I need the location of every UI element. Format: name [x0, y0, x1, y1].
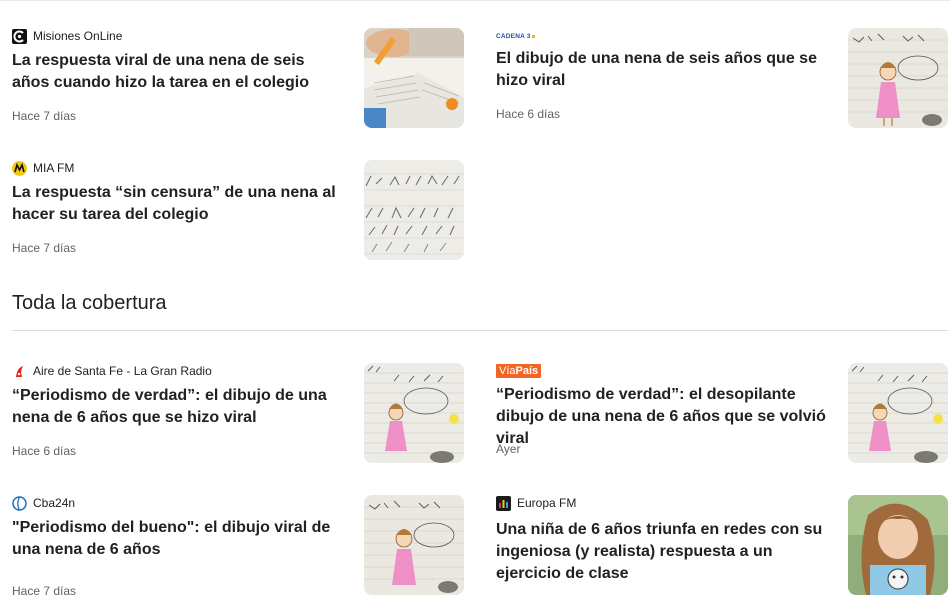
article-title[interactable]: "Periodismo del bueno": el dibujo viral …: [12, 517, 342, 561]
article-source[interactable]: Europa FM: [496, 495, 576, 511]
article-card[interactable]: CADENA 3 El dibujo de una nena de seis a…: [496, 28, 948, 128]
article-title[interactable]: “Periodismo de verdad”: el dibujo de una…: [12, 385, 342, 429]
article-thumbnail[interactable]: [848, 495, 948, 595]
article-thumbnail[interactable]: [364, 28, 464, 128]
source-name: Europa FM: [517, 496, 577, 510]
aire-santa-fe-logo-icon: [12, 364, 27, 379]
source-name: MIA FM: [33, 161, 75, 175]
cadena3-mark: [531, 34, 535, 38]
article-title[interactable]: La respuesta viral de una nena de seis a…: [12, 50, 342, 94]
article-title[interactable]: La respuesta “sin censura” de una nena a…: [12, 182, 342, 226]
europa-fm-logo-icon: [496, 495, 511, 511]
article-thumbnail[interactable]: [848, 28, 948, 128]
section-divider: [12, 330, 948, 331]
article-card[interactable]: MIA FM La respuesta “sin censura” de una…: [12, 160, 464, 260]
article-source[interactable]: MIA FM: [12, 160, 74, 176]
section-title: Toda la cobertura: [12, 292, 167, 314]
article-card[interactable]: Aire de Santa Fe - La Gran Radio “Period…: [12, 363, 464, 463]
article-thumbnail[interactable]: [364, 160, 464, 260]
article-source[interactable]: Aire de Santa Fe - La Gran Radio: [12, 363, 212, 379]
article-thumbnail[interactable]: [364, 363, 464, 463]
article-source[interactable]: Misiones OnLine: [12, 28, 122, 44]
article-card[interactable]: Misiones OnLine La respuesta viral de un…: [12, 28, 464, 128]
article-card[interactable]: Vía País “Periodismo de verdad”: el desop…: [496, 363, 948, 463]
mia-fm-logo-icon: [12, 160, 27, 176]
article-source[interactable]: Cba24n: [12, 495, 75, 511]
article-title[interactable]: Una niña de 6 años triunfa en redes con …: [496, 519, 826, 585]
article-title[interactable]: El dibujo de una nena de seis años que s…: [496, 48, 826, 92]
misiones-online-logo-icon: [12, 28, 27, 44]
article-time: Hace 6 días: [12, 444, 77, 458]
article-time: Ayer: [496, 442, 521, 456]
article-source[interactable]: Vía País: [496, 363, 542, 379]
article-time: Hace 7 días: [12, 241, 77, 255]
article-time: Hace 7 días: [12, 584, 77, 598]
article-thumbnail[interactable]: [848, 363, 948, 463]
article-card[interactable]: Europa FM Una niña de 6 años triunfa en …: [496, 495, 948, 595]
cadena3-logo-icon: CADENA 3: [496, 29, 535, 43]
article-thumbnail[interactable]: [364, 495, 464, 595]
article-source[interactable]: CADENA 3: [496, 28, 535, 44]
top-border: [0, 0, 950, 1]
article-time: Hace 6 días: [496, 107, 561, 121]
article-title[interactable]: “Periodismo de verdad”: el desopilante d…: [496, 384, 826, 450]
article-time: Hace 7 días: [12, 109, 77, 123]
article-card[interactable]: Cba24n "Periodismo del bueno": el dibujo…: [12, 495, 464, 598]
source-name: Aire de Santa Fe - La Gran Radio: [33, 364, 212, 378]
cba24n-logo-icon: [12, 495, 27, 511]
source-name: Cba24n: [33, 496, 76, 510]
source-name: Misiones OnLine: [33, 29, 123, 43]
viapais-logo-icon: Vía País: [496, 364, 542, 378]
